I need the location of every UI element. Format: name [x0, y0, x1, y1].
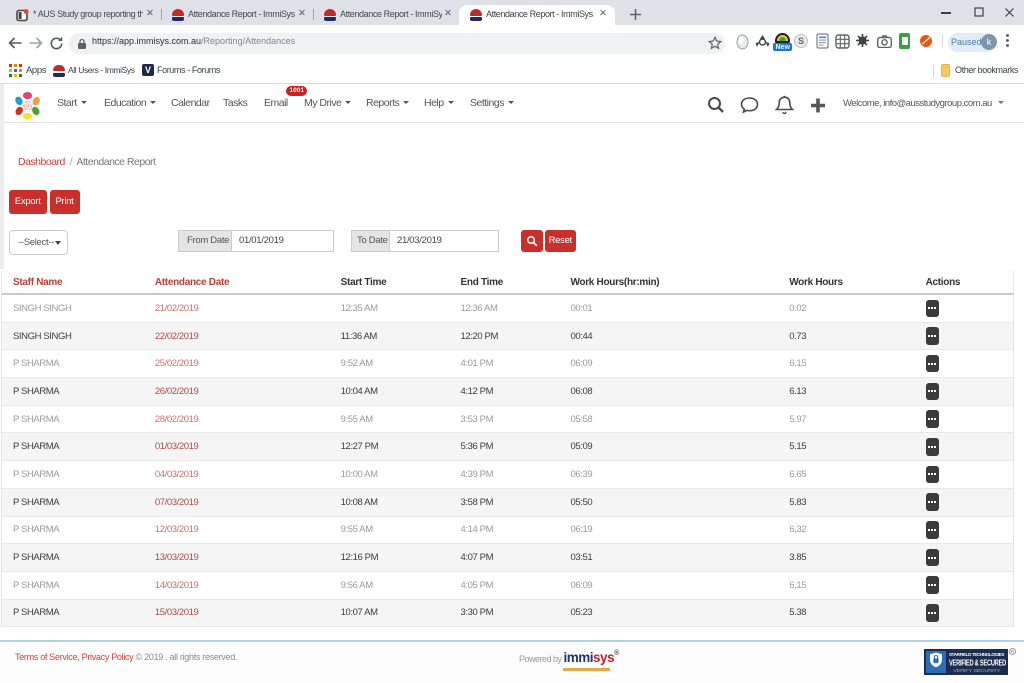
svg-text:VERIFIED & SECURED: VERIFIED & SECURED: [949, 659, 1006, 668]
svg-text:STARFIELD TECHNOLOGIES: STARFIELD TECHNOLOGIES: [949, 652, 1004, 657]
svg-text:VERIFY SECURITY: VERIFY SECURITY: [953, 668, 1000, 673]
svg-text:GROUP: GROUP: [22, 107, 32, 111]
